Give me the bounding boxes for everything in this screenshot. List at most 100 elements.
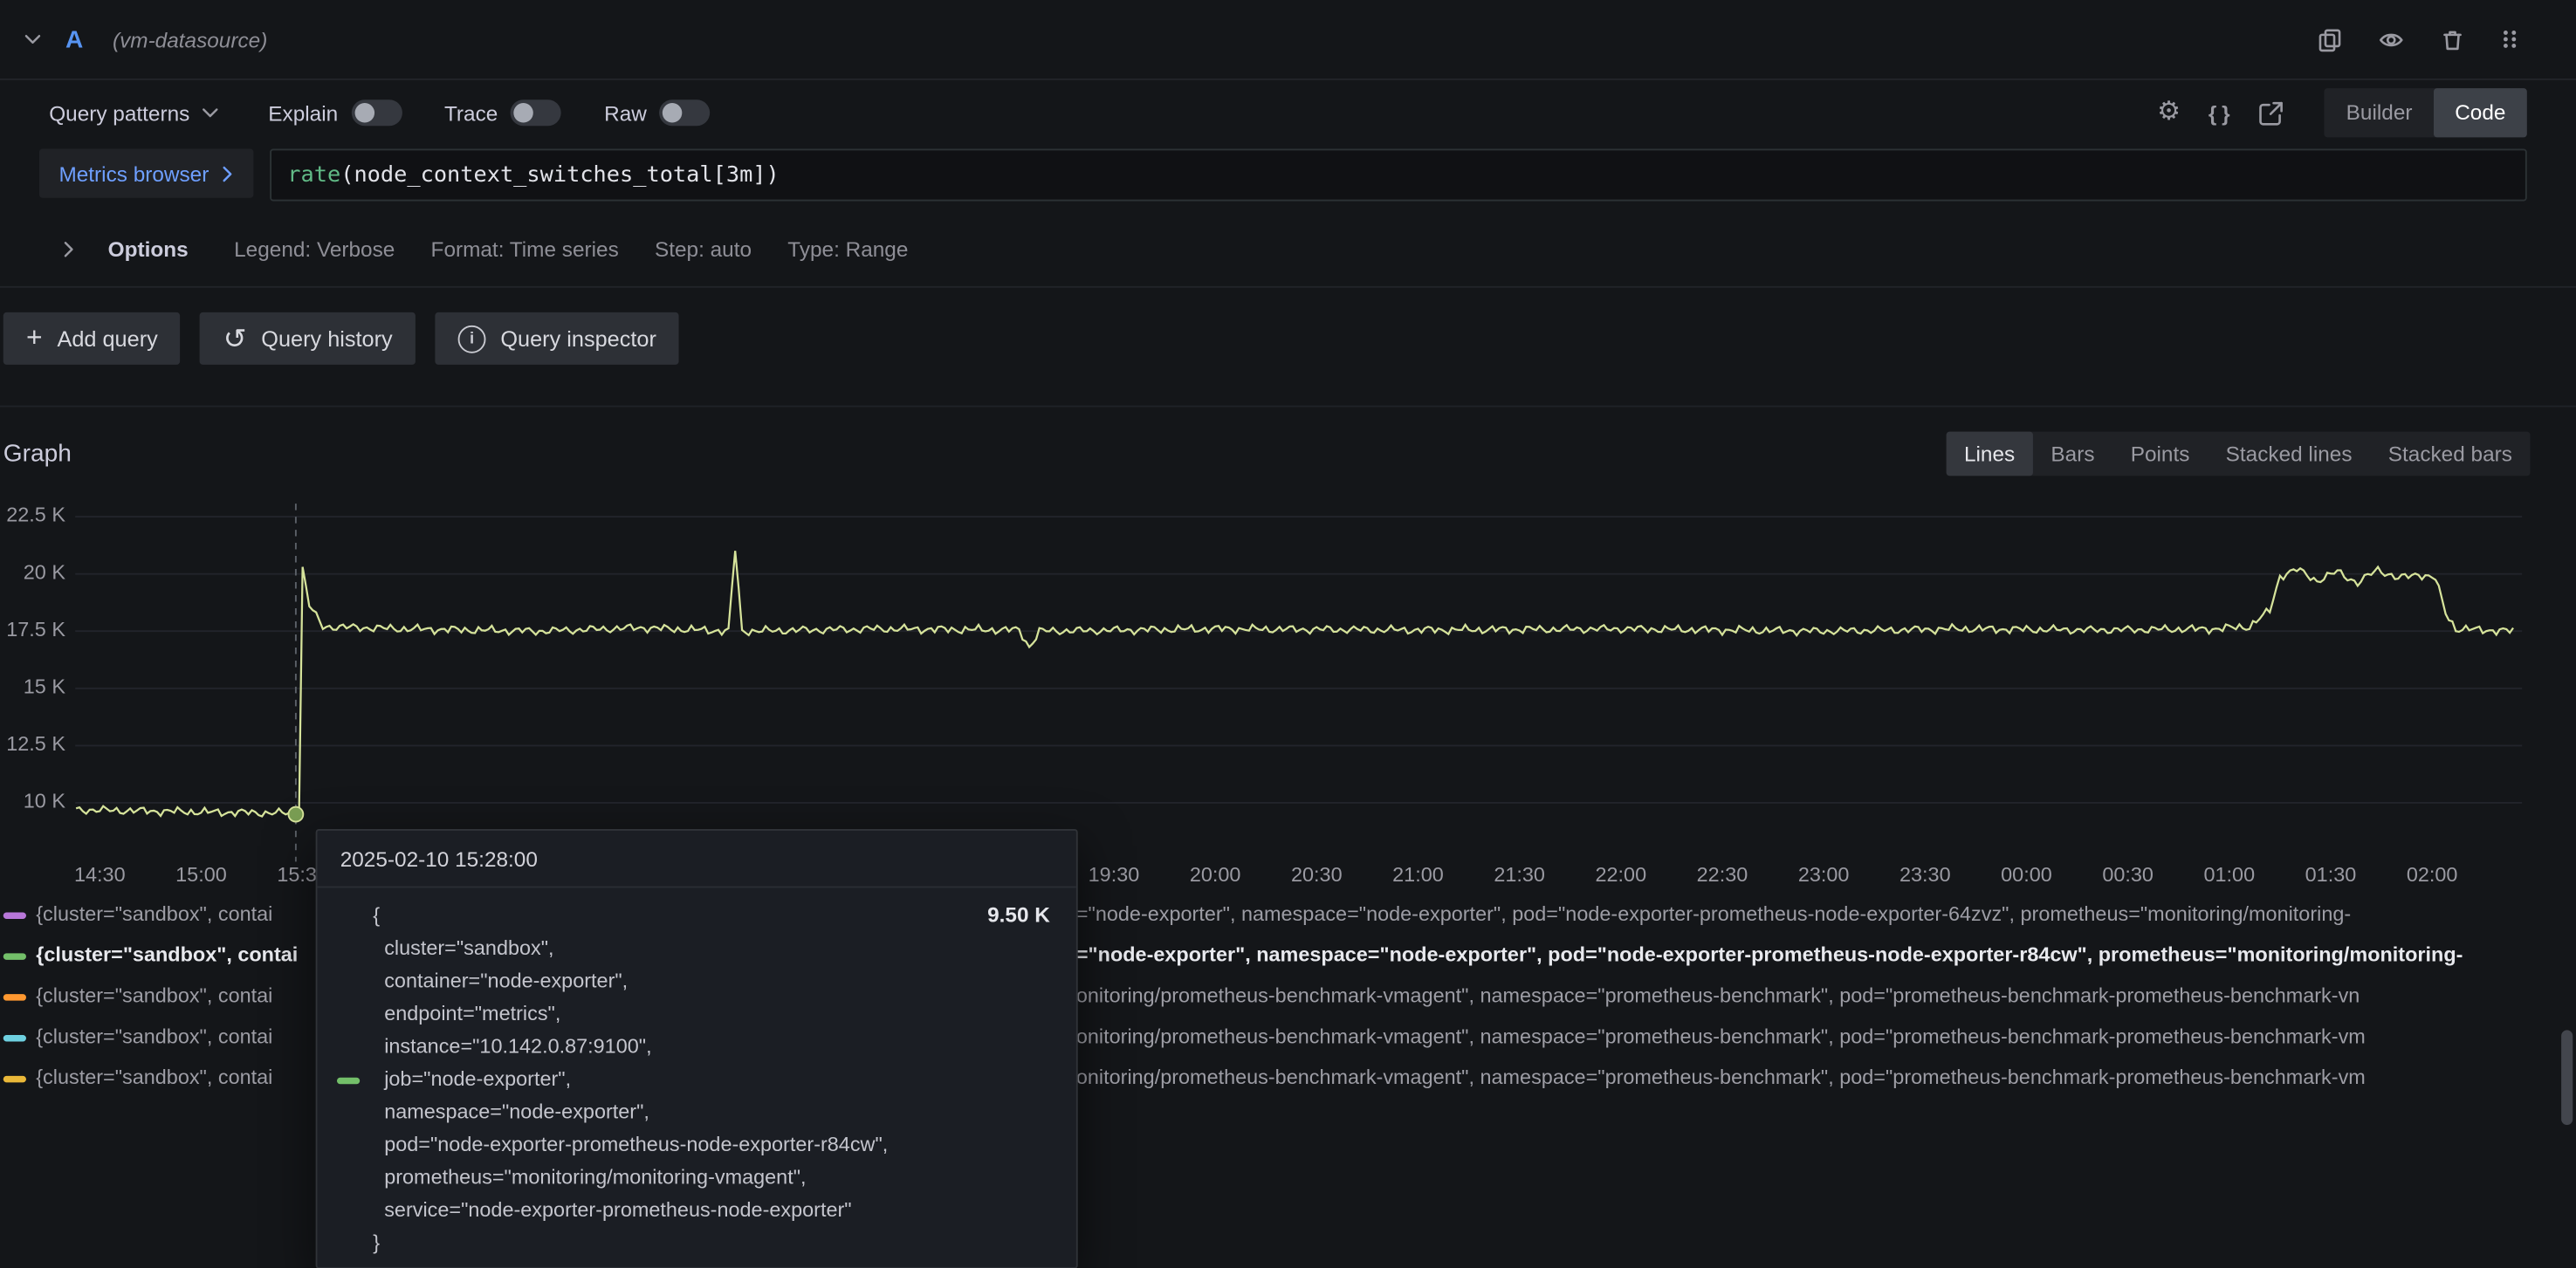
graph-area: 22.5 K20 K17.5 K15 K12.5 K10 K 14:3015:0… — [0, 490, 2576, 1268]
query-header-row: A (vm-datasource) — [0, 0, 2576, 80]
x-axis-tick: 00:00 — [1986, 863, 2068, 886]
legend-label-right[interactable]: onitoring/prometheus-benchmark-vmagent",… — [1076, 984, 2533, 1007]
actions-row: + Add query ↺ Query history i Query insp… — [0, 288, 2576, 389]
chevron-right-icon — [220, 164, 233, 182]
x-axis-tick: 00:30 — [2087, 863, 2169, 886]
legend-label-left[interactable]: {cluster="sandbox", contai — [36, 1066, 314, 1089]
chevron-down-icon — [201, 106, 219, 120]
metrics-browser-label: Metrics browser — [58, 161, 209, 186]
tooltip-series-label: { cluster="sandbox", container="node-exp… — [373, 900, 1053, 1259]
x-axis-tick: 21:00 — [1377, 863, 1460, 886]
legend-label-left[interactable]: {cluster="sandbox", contai — [36, 984, 314, 1007]
duplicate-query-icon[interactable] — [2318, 27, 2342, 51]
legend-label-right[interactable]: onitoring/prometheus-benchmark-vmagent",… — [1076, 1025, 2533, 1048]
viz-mode-lines[interactable]: Lines — [1946, 431, 2032, 476]
explain-toggle-item: Explain — [268, 99, 402, 126]
query-toolbar-row: Query patterns Explain Trace Raw ⚙ { } — [0, 80, 2576, 146]
query-inspector-label: Query inspector — [500, 326, 656, 351]
chart-tooltip: 2025-02-10 15:28:00 9.50 K { cluster="sa… — [316, 829, 1078, 1268]
series-line — [76, 551, 2513, 816]
x-axis-tick: 15:00 — [161, 863, 243, 886]
legend-label-left[interactable]: {cluster="sandbox", contai — [36, 1025, 314, 1048]
x-axis-tick: 23:00 — [1783, 863, 1865, 886]
metrics-browser-button[interactable]: Metrics browser — [39, 149, 253, 198]
x-axis-tick: 14:30 — [58, 863, 141, 886]
trace-label: Trace — [444, 100, 498, 125]
x-axis-tick: 20:00 — [1174, 863, 1256, 886]
legend-label-left[interactable]: {cluster="sandbox", contai — [36, 902, 314, 925]
more-options-icon[interactable] — [2501, 28, 2518, 51]
format-option: Format: Time series — [431, 236, 619, 261]
query-history-button[interactable]: ↺ Query history — [200, 312, 415, 365]
screenshot-stage: A (vm-datasource) Query patterns Explain — [0, 0, 2576, 1268]
x-axis-tick: 02:00 — [2391, 863, 2473, 886]
options-summary: Legend: Verbose Format: Time series Step… — [234, 236, 908, 261]
promql-query-input[interactable]: rate(node_context_switches_total[3m]) — [270, 149, 2527, 202]
external-link-icon[interactable] — [2259, 100, 2284, 125]
trace-toggle[interactable] — [511, 99, 561, 126]
tooltip-timestamp: 2025-02-10 15:28:00 — [317, 831, 1075, 888]
x-axis-tick: 01:00 — [2188, 863, 2270, 886]
scrollbar-thumb[interactable] — [2561, 1030, 2573, 1125]
query-ref-id[interactable]: A — [65, 25, 83, 53]
legend-label-left[interactable]: {cluster="sandbox", contai — [36, 943, 314, 966]
tooltip-series-marker — [337, 1077, 360, 1083]
history-icon: ↺ — [223, 325, 247, 353]
options-row: Options Legend: Verbose Format: Time ser… — [0, 211, 2576, 288]
remove-query-trash-icon[interactable] — [2440, 27, 2464, 51]
x-axis-tick: 19:30 — [1073, 863, 1155, 886]
options-chevron-right-icon[interactable] — [62, 239, 75, 257]
hovered-point — [288, 807, 303, 822]
x-axis-tick: 21:30 — [1479, 863, 1561, 886]
viz-mode-stacked-lines[interactable]: Stacked lines — [2208, 431, 2370, 476]
y-axis-tick: 17.5 K — [0, 618, 65, 641]
y-axis-tick: 22.5 K — [0, 504, 65, 526]
settings-gear-icon[interactable]: ⚙ — [2157, 99, 2181, 126]
explain-label: Explain — [268, 100, 338, 125]
query-inspector-button[interactable]: i Query inspector — [435, 312, 679, 365]
type-option: Type: Range — [787, 236, 908, 261]
x-axis-tick: 22:00 — [1580, 863, 1662, 886]
toolbar-right-group: ⚙ { } Builder Code — [2157, 88, 2527, 137]
y-axis-tick: 15 K — [0, 675, 65, 698]
legend-option: Legend: Verbose — [234, 236, 395, 261]
x-axis-tick: 23:30 — [1884, 863, 1966, 886]
explain-toggle[interactable] — [351, 99, 402, 126]
collapse-query-icon[interactable] — [23, 32, 42, 45]
query-history-label: Query history — [261, 326, 392, 351]
tooltip-value: 9.50 K — [987, 902, 1050, 927]
legend-series-marker — [3, 1076, 26, 1082]
legend-label-right[interactable]: onitoring/prometheus-benchmark-vmagent",… — [1076, 1066, 2533, 1089]
add-query-button[interactable]: + Add query — [3, 312, 181, 365]
editor-mode-group: Builder Code — [2325, 88, 2526, 137]
query-header-actions — [2318, 27, 2518, 51]
options-label[interactable]: Options — [108, 236, 189, 261]
hide-response-eye-icon[interactable] — [2378, 27, 2404, 51]
legend-series-marker — [3, 912, 26, 918]
legend-label-right[interactable]: ="node-exporter", namespace="node-export… — [1076, 943, 2533, 966]
code-mode-button[interactable]: Code — [2434, 88, 2527, 137]
query-text-token: (node_context_switches_total[3m]) — [340, 161, 780, 188]
graph-header: Graph Lines Bars Points Stacked lines St… — [0, 428, 2576, 477]
raw-toggle-item: Raw — [604, 99, 711, 126]
legend-series-marker — [3, 994, 26, 1000]
braces-format-icon[interactable]: { } — [2208, 100, 2232, 125]
timeseries-chart[interactable] — [0, 490, 2527, 874]
plus-icon: + — [26, 324, 43, 352]
legend-label-right[interactable]: ="node-exporter", namespace="node-export… — [1076, 902, 2533, 925]
viz-mode-points[interactable]: Points — [2112, 431, 2208, 476]
tooltip-body: 9.50 K { cluster="sandbox", container="n… — [317, 888, 1075, 1268]
viz-mode-bars[interactable]: Bars — [2033, 431, 2112, 476]
query-function-token: rate — [287, 161, 340, 188]
info-icon: i — [458, 325, 486, 353]
graph-title: Graph — [3, 439, 72, 467]
query-patterns-label: Query patterns — [49, 100, 189, 125]
viz-mode-stacked-bars[interactable]: Stacked bars — [2370, 431, 2530, 476]
raw-toggle[interactable] — [660, 99, 711, 126]
y-axis-tick: 10 K — [0, 790, 65, 812]
builder-mode-button[interactable]: Builder — [2325, 88, 2434, 137]
datasource-name: (vm-datasource) — [113, 27, 267, 51]
query-patterns-dropdown[interactable]: Query patterns — [49, 100, 219, 125]
legend-series-marker — [3, 953, 26, 959]
x-axis-tick: 20:30 — [1275, 863, 1357, 886]
